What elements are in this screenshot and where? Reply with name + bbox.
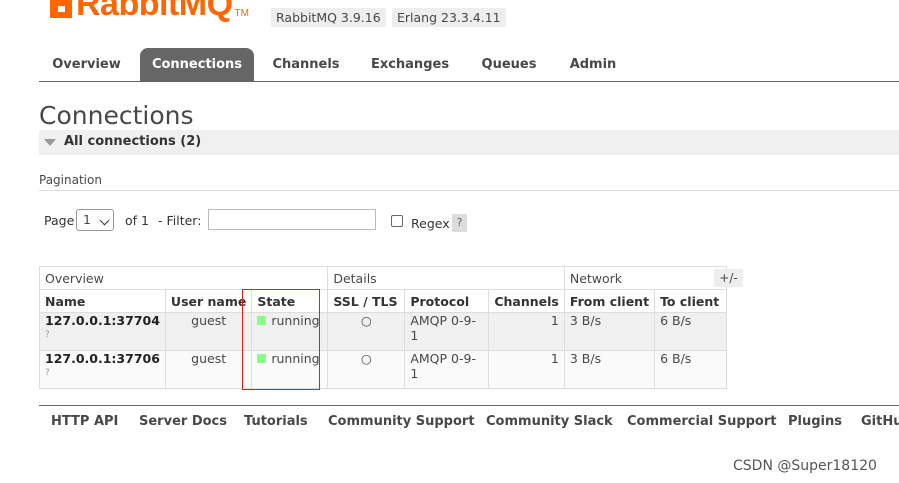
footer-link-http-api[interactable]: HTTP API [51, 414, 118, 429]
user-name-cell: guest [164, 350, 253, 389]
protocol-cell: AMQP 0-9-1 [404, 312, 490, 351]
collapse-arrow-icon [44, 139, 56, 146]
footer-link-server-docs[interactable]: Server Docs [139, 414, 227, 429]
col-state[interactable]: State [251, 289, 329, 313]
page-select[interactable]: 1 [76, 209, 114, 231]
tab-admin[interactable]: Admin [557, 48, 629, 81]
col-from-client[interactable]: From client [563, 289, 656, 313]
from-client-cell: 3 B/s [563, 350, 656, 389]
connection-name-link[interactable]: 127.0.0.1:37706? [39, 350, 166, 389]
tab-exchanges[interactable]: Exchanges [361, 48, 459, 81]
rabbit-icon [50, 0, 72, 18]
footer-divider [39, 405, 899, 406]
tab-overview[interactable]: Overview [39, 48, 134, 81]
logo-trademark: TM [234, 8, 249, 19]
regex-checkbox[interactable] [391, 215, 403, 227]
help-icon: ? [45, 368, 50, 378]
footer-link-community-slack[interactable]: Community Slack [486, 414, 613, 429]
chevron-down-icon [99, 215, 110, 226]
col-name[interactable]: Name [39, 289, 166, 313]
tab-channels[interactable]: Channels [261, 48, 351, 81]
footer-link-plugins[interactable]: Plugins [788, 414, 842, 429]
rabbitmq-logo[interactable]: RabbitMQ TM [50, 0, 249, 22]
erlang-version-badge: Erlang 23.3.4.11 [392, 8, 506, 27]
col-user-name[interactable]: User name [164, 289, 253, 313]
to-client-cell: 6 B/s [654, 312, 728, 351]
ssl-cell: ○ [327, 312, 406, 351]
from-client-cell: 3 B/s [563, 312, 656, 351]
state-cell: running [251, 350, 329, 389]
connections-table: Overview Details Network Name User name … [38, 266, 728, 389]
col-to-client[interactable]: To client [654, 289, 728, 313]
channels-cell: 1 [488, 350, 565, 389]
col-channels[interactable]: Channels [488, 289, 565, 313]
table-row: 127.0.0.1:37704? guest running ○ AMQP 0-… [39, 312, 728, 351]
main-nav-tabs: Overview Connections Channels Exchanges … [39, 48, 899, 82]
columns-toggle-button[interactable]: +/- [714, 269, 743, 287]
regex-help-button[interactable]: ? [452, 214, 467, 232]
filter-label: - Filter: [158, 213, 202, 228]
watermark: CSDN @Super18120 [733, 458, 877, 474]
footer-link-commercial-support[interactable]: Commercial Support [627, 414, 777, 429]
page-select-value: 1 [83, 212, 91, 227]
rabbitmq-version-badge: RabbitMQ 3.9.16 [271, 8, 386, 27]
running-status-icon [257, 316, 267, 325]
group-overview: Overview [38, 266, 329, 290]
connection-name-link[interactable]: 127.0.0.1:37704? [39, 312, 166, 351]
page-count-label: of 1 [125, 213, 149, 228]
filter-input[interactable] [208, 209, 376, 230]
page-label: Page [44, 213, 75, 228]
pagination-label: Pagination [39, 173, 102, 187]
col-protocol[interactable]: Protocol [404, 289, 490, 313]
user-name-cell: guest [164, 312, 253, 351]
to-client-cell: 6 B/s [654, 350, 728, 389]
section-label: All connections (2) [64, 134, 202, 149]
table-row: 127.0.0.1:37706? guest running ○ AMQP 0-… [39, 350, 728, 389]
footer-link-community-support[interactable]: Community Support [328, 414, 475, 429]
help-icon: ? [45, 330, 50, 340]
ssl-cell: ○ [327, 350, 406, 389]
tab-connections[interactable]: Connections [140, 48, 254, 81]
state-cell: running [251, 312, 329, 351]
logo-text: RabbitMQ [76, 0, 233, 23]
group-network: Network [563, 266, 728, 290]
channels-cell: 1 [488, 312, 565, 351]
all-connections-toggle[interactable]: All connections (2) [39, 130, 899, 155]
regex-label: Regex [411, 216, 450, 231]
tab-queues[interactable]: Queues [469, 48, 549, 81]
footer-link-github[interactable]: GitHu [861, 414, 899, 429]
page-title: Connections [39, 101, 194, 130]
col-ssl-tls[interactable]: SSL / TLS [327, 289, 406, 313]
group-details: Details [327, 266, 565, 290]
running-status-icon [257, 354, 267, 363]
divider [39, 190, 899, 191]
footer-link-tutorials[interactable]: Tutorials [244, 414, 308, 429]
protocol-cell: AMQP 0-9-1 [404, 350, 490, 389]
